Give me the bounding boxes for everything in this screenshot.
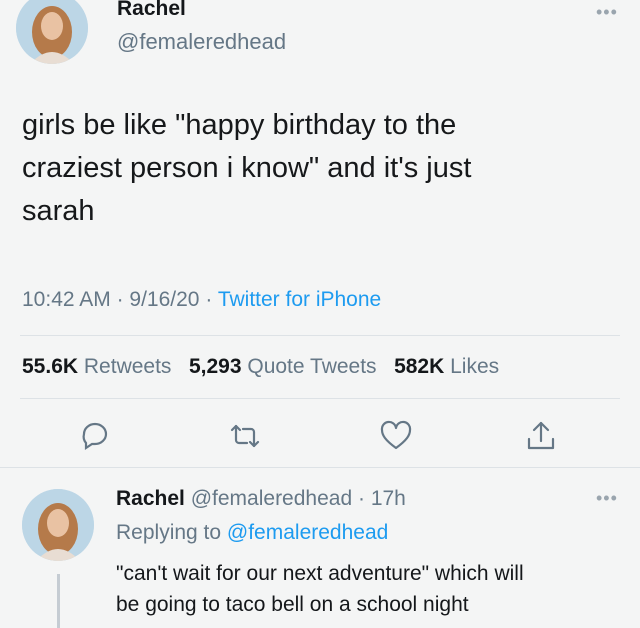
reply-icon[interactable] — [78, 419, 112, 453]
divider — [20, 335, 620, 336]
tweet-text-line: craziest person i know" and it's just — [22, 152, 472, 184]
tweet-text: girls be like "happy birthday to the cra… — [22, 104, 471, 233]
share-icon[interactable] — [524, 419, 558, 453]
reply-text-line: be going to taco bell on a school night — [116, 593, 469, 616]
avatar[interactable] — [16, 0, 88, 64]
tweet-source[interactable]: Twitter for iPhone — [218, 288, 381, 311]
divider — [0, 467, 640, 468]
retweet-icon[interactable] — [228, 419, 262, 453]
likes-stat[interactable]: 582K Likes — [394, 355, 499, 378]
reply-text: "can't wait for our next adventure" whic… — [116, 558, 524, 620]
separator: · — [116, 288, 124, 311]
reply-author-handle[interactable]: @femaleredhead — [191, 487, 352, 510]
more-options-icon[interactable]: ••• — [596, 2, 618, 23]
author-handle[interactable]: @femaleredhead — [117, 29, 286, 55]
tweet-stats: 55.6K Retweets 5,293 Quote Tweets 582K L… — [22, 355, 499, 379]
reply-age[interactable]: 17h — [371, 487, 406, 510]
retweets-stat[interactable]: 55.6K Retweets — [22, 355, 171, 378]
tweet-text-line: sarah — [22, 195, 95, 227]
reply-author-name[interactable]: Rachel — [116, 487, 185, 510]
separator: · — [357, 487, 365, 510]
divider — [20, 398, 620, 399]
reply-more-options-icon[interactable]: ••• — [596, 488, 618, 509]
tweet-time[interactable]: 10:42 AM — [22, 288, 111, 311]
thread-line — [57, 574, 60, 628]
separator: · — [205, 288, 213, 311]
tweet-text-line: girls be like "happy birthday to the — [22, 109, 457, 141]
reply-text-line: "can't wait for our next adventure" whic… — [116, 562, 524, 585]
replying-to-prefix: Replying to — [116, 521, 222, 544]
reply-header: Rachel @femaleredhead · 17h — [116, 483, 406, 514]
author-name[interactable]: Rachel — [117, 0, 186, 21]
quotes-stat[interactable]: 5,293 Quote Tweets — [189, 355, 377, 378]
replying-to-handle[interactable]: @femaleredhead — [227, 521, 388, 544]
heart-icon[interactable] — [379, 419, 413, 453]
tweet-date[interactable]: 9/16/20 — [129, 288, 199, 311]
tweet-meta: 10:42 AM · 9/16/20 · Twitter for iPhone — [22, 288, 381, 312]
reply-avatar[interactable] — [22, 489, 94, 561]
replying-to: Replying to @femaleredhead — [116, 517, 388, 548]
